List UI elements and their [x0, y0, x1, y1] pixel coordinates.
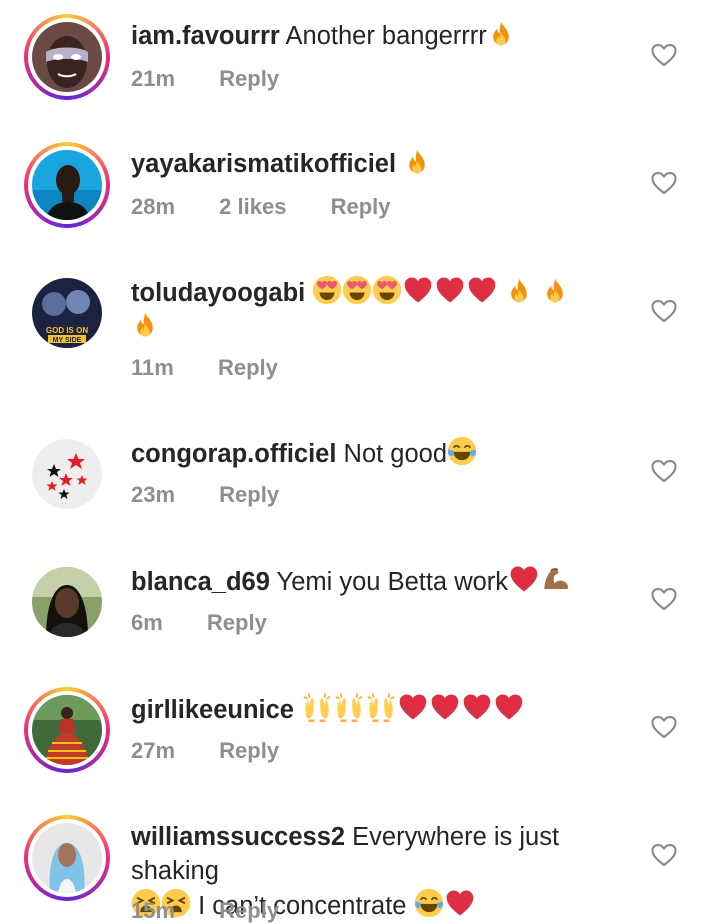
comment-time: 6m: [131, 610, 163, 635]
comment-body: blanca_d69 Yemi you Betta work: [131, 564, 631, 599]
comment-meta: 21m Reply: [131, 66, 317, 92]
svg-text:GOD IS ON: GOD IS ON: [46, 326, 88, 335]
avatar-blue-hair-icon: [32, 823, 102, 893]
red-heart-icon: [429, 692, 461, 722]
heart-eyes-icon: [372, 275, 402, 305]
avatar[interactable]: [24, 431, 110, 517]
avatar-stars-icon: [32, 439, 102, 509]
username[interactable]: williamssuccess2: [131, 823, 345, 851]
likes-count[interactable]: 2 likes: [219, 194, 286, 219]
tears-of-joy-icon: [414, 888, 444, 918]
reply-button[interactable]: Reply: [219, 738, 279, 763]
like-heart-icon[interactable]: [651, 299, 677, 323]
red-heart-icon: [461, 692, 493, 722]
flexed-biceps-icon: [540, 564, 572, 594]
like-heart-icon[interactable]: [651, 43, 677, 67]
avatar[interactable]: [24, 815, 110, 901]
reply-button[interactable]: Reply: [219, 482, 279, 507]
username[interactable]: girllikeeunice: [131, 696, 294, 724]
reply-button[interactable]: Reply: [219, 66, 279, 91]
fire-icon: [487, 20, 515, 48]
avatar[interactable]: [24, 142, 110, 228]
avatar-person-blue-icon: [32, 150, 102, 220]
reply-button[interactable]: Reply: [331, 194, 391, 219]
avatar-dress-icon: [32, 695, 102, 765]
raising-hands-icon: [365, 692, 397, 722]
reply-button[interactable]: Reply: [207, 610, 267, 635]
reply-button[interactable]: Reply: [218, 355, 278, 380]
like-heart-icon[interactable]: [651, 171, 677, 195]
comment-meta: 23m Reply: [131, 482, 317, 508]
fire-icon: [131, 311, 159, 339]
comment-meta: 28m 2 likes Reply: [131, 194, 429, 220]
red-heart-icon: [397, 692, 429, 722]
comment-meta: 6m Reply: [131, 610, 305, 636]
avatar[interactable]: [24, 14, 110, 100]
comment-body: congorap.officiel Not good: [131, 436, 631, 471]
like-heart-icon[interactable]: [651, 715, 677, 739]
comment-time: 11m: [131, 355, 174, 380]
avatar-god-is-on-my-side-icon: GOD IS ON MY SIDE: [32, 278, 102, 348]
heart-eyes-icon: [312, 275, 342, 305]
username[interactable]: yayakarismatikofficiel: [131, 150, 396, 178]
red-heart-icon: [466, 275, 498, 305]
red-heart-icon: [444, 888, 476, 918]
username[interactable]: toludayoogabi: [131, 279, 305, 307]
avatar-mask-icon: [32, 22, 102, 92]
fire-icon: [541, 277, 569, 305]
red-heart-icon: [493, 692, 525, 722]
like-heart-icon[interactable]: [651, 587, 677, 611]
comment-time: 28m: [131, 194, 176, 219]
like-heart-icon[interactable]: [651, 843, 677, 867]
red-heart-icon: [434, 275, 466, 305]
username[interactable]: congorap.officiel: [131, 440, 336, 468]
comment-time: 21m: [131, 66, 176, 91]
username[interactable]: iam.favourrr: [131, 22, 280, 50]
comment-body: toludayoogabi: [131, 275, 631, 344]
avatar[interactable]: GOD IS ON MY SIDE: [24, 270, 110, 356]
comment-text: Another bangerrrr: [285, 22, 487, 50]
avatar[interactable]: [24, 687, 110, 773]
reply-button[interactable]: Reply: [219, 898, 279, 923]
comment-body: yayakarismatikofficiel: [131, 147, 631, 181]
raising-hands-icon: [301, 692, 333, 722]
comment-meta: 11m Reply: [131, 355, 316, 381]
like-heart-icon[interactable]: [651, 459, 677, 483]
tears-of-joy-icon: [447, 436, 477, 466]
svg-text:MY SIDE: MY SIDE: [53, 337, 82, 344]
username[interactable]: blanca_d69: [131, 568, 270, 596]
red-heart-icon: [402, 275, 434, 305]
raising-hands-icon: [333, 692, 365, 722]
avatar-woman-icon: [32, 567, 102, 637]
comment-meta: 27m Reply: [131, 738, 317, 764]
fire-icon: [403, 148, 431, 176]
comment-time: 23m: [131, 482, 176, 507]
fire-icon: [505, 277, 533, 305]
avatar[interactable]: [24, 559, 110, 645]
comment-text: Yemi you Betta work: [276, 568, 509, 596]
heart-eyes-icon: [342, 275, 372, 305]
comment-time: 15m: [131, 898, 176, 923]
red-heart-icon: [508, 564, 540, 594]
comment-time: 27m: [131, 738, 176, 763]
comment-body: iam.favourrr Another bangerrrr: [131, 19, 631, 53]
comment-meta: 15m Reply: [131, 898, 317, 924]
comment-body: girllikeeunice: [131, 692, 631, 727]
comment-text: Not good: [343, 440, 448, 468]
